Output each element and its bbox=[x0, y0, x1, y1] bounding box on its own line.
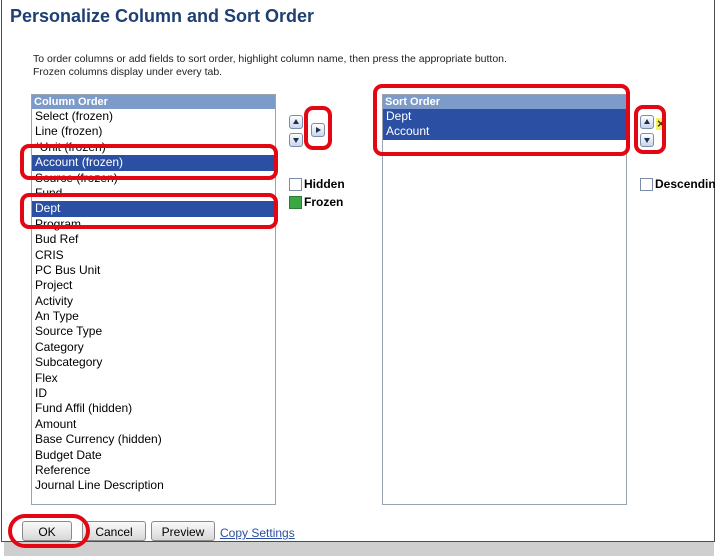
ok-button[interactable]: OK bbox=[22, 521, 72, 541]
column-order-header: Column Order bbox=[32, 95, 275, 109]
column-order-item[interactable]: Source Type bbox=[32, 324, 275, 339]
hidden-label: Hidden bbox=[304, 177, 345, 191]
frozen-checkbox[interactable] bbox=[289, 196, 302, 209]
column-order-item[interactable]: ID bbox=[32, 386, 275, 401]
column-order-item[interactable]: Fund Affil (hidden) bbox=[32, 401, 275, 416]
arrow-up-icon bbox=[644, 119, 650, 124]
column-order-item[interactable]: Bud Ref bbox=[32, 232, 275, 247]
sort-move-up-button[interactable] bbox=[640, 115, 654, 129]
copy-settings-link[interactable]: Copy Settings bbox=[220, 526, 295, 540]
sort-order-list[interactable]: Sort Order Dept Account bbox=[382, 94, 627, 505]
arrow-down-icon bbox=[644, 138, 650, 143]
column-order-item[interactable]: Source (frozen) bbox=[32, 171, 275, 186]
column-order-item[interactable]: Select (frozen) bbox=[32, 109, 275, 124]
x-remove-icon[interactable]: × bbox=[656, 117, 666, 130]
arrow-up-icon bbox=[293, 119, 299, 124]
instructions-line-2: Frozen columns display under every tab. bbox=[33, 66, 223, 78]
arrow-down-icon bbox=[293, 138, 299, 143]
instructions: To order columns or add fields to sort o… bbox=[33, 53, 507, 79]
column-move-up-button[interactable] bbox=[289, 115, 303, 129]
sort-order-item[interactable]: Account bbox=[383, 124, 626, 140]
descending-checkbox[interactable] bbox=[640, 178, 653, 191]
page-title: Personalize Column and Sort Order bbox=[10, 6, 315, 26]
column-order-item[interactable]: An Type bbox=[32, 309, 275, 324]
column-order-list[interactable]: Column Order Select (frozen) Line (frozen… bbox=[31, 94, 276, 505]
column-order-item[interactable]: Base Currency (hidden) bbox=[32, 432, 275, 447]
instructions-line-1: To order columns or add fields to sort o… bbox=[33, 53, 507, 65]
column-order-item[interactable]: Dept bbox=[32, 201, 275, 217]
column-order-item[interactable]: Line (frozen) bbox=[32, 124, 275, 139]
bottom-shadow bbox=[4, 542, 714, 556]
column-move-down-button[interactable] bbox=[289, 133, 303, 147]
column-order-items: Select (frozen) Line (frozen) *Unit (froze… bbox=[32, 109, 275, 494]
column-order-item[interactable]: Flex bbox=[32, 371, 275, 386]
cancel-button[interactable]: Cancel bbox=[82, 521, 146, 541]
column-order-item[interactable]: Category bbox=[32, 340, 275, 355]
sort-move-down-button[interactable] bbox=[640, 133, 654, 147]
column-order-item[interactable]: Fund bbox=[32, 186, 275, 201]
column-order-item[interactable]: Project bbox=[32, 278, 275, 293]
column-order-item[interactable]: Amount bbox=[32, 417, 275, 432]
sort-order-header: Sort Order bbox=[383, 95, 626, 109]
column-order-item[interactable]: Account (frozen) bbox=[32, 155, 275, 171]
descending-label: Descending bbox=[655, 177, 715, 191]
sort-order-item[interactable]: Dept bbox=[383, 109, 626, 125]
column-order-item[interactable]: CRIS bbox=[32, 248, 275, 263]
preview-button[interactable]: Preview bbox=[151, 521, 215, 541]
column-order-item[interactable]: Subcategory bbox=[32, 355, 275, 370]
column-order-item[interactable]: *Unit (frozen) bbox=[32, 140, 275, 155]
column-order-item[interactable]: Activity bbox=[32, 294, 275, 309]
column-order-item[interactable]: PC Bus Unit bbox=[32, 263, 275, 278]
hidden-checkbox[interactable] bbox=[289, 178, 302, 191]
frozen-label: Frozen bbox=[304, 195, 344, 209]
column-order-item[interactable]: Budget Date bbox=[32, 448, 275, 463]
column-order-item[interactable]: Reference bbox=[32, 463, 275, 478]
column-order-item[interactable]: Journal Line Description bbox=[32, 478, 275, 493]
add-to-sort-button[interactable] bbox=[311, 123, 325, 137]
arrow-right-icon bbox=[316, 127, 321, 133]
column-order-item[interactable]: Program bbox=[32, 217, 275, 232]
sort-order-items: Dept Account bbox=[383, 109, 626, 140]
